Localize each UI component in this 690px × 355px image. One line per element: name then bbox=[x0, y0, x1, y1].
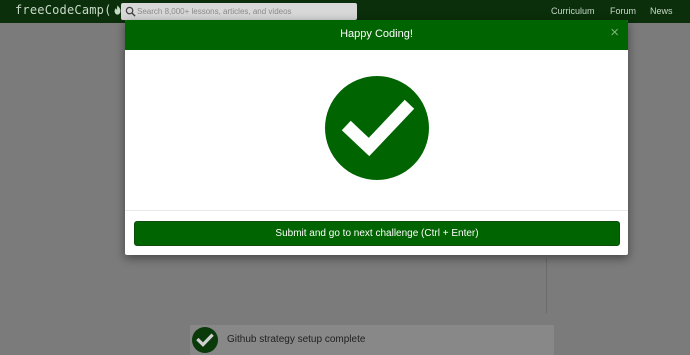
modal-header: Happy Coding! × bbox=[125, 20, 628, 50]
freecodecamp-logo[interactable]: freeCodeCamp() bbox=[15, 3, 130, 17]
logo-text-left: freeCodeCamp( bbox=[15, 3, 112, 17]
modal-footer: Submit and go to next challenge (Ctrl + … bbox=[125, 210, 628, 255]
completed-item-label: Github strategy setup complete bbox=[227, 334, 366, 345]
search-icon bbox=[125, 6, 136, 17]
search-input[interactable] bbox=[137, 4, 353, 19]
modal-title: Happy Coding! bbox=[340, 28, 413, 40]
completed-challenge-item: Github strategy setup complete bbox=[190, 325, 554, 355]
check-circle-icon bbox=[325, 76, 429, 180]
submit-next-challenge-button[interactable]: Submit and go to next challenge (Ctrl + … bbox=[134, 221, 620, 246]
check-circle-icon bbox=[192, 327, 218, 353]
nav-link-curriculum[interactable]: Curriculum bbox=[551, 6, 595, 16]
nav-link-news[interactable]: News bbox=[650, 6, 673, 16]
completion-modal: Happy Coding! × Submit and go to next ch… bbox=[125, 20, 628, 255]
nav-link-forum[interactable]: Forum bbox=[610, 6, 636, 16]
close-icon[interactable]: × bbox=[610, 25, 619, 40]
page-divider bbox=[546, 258, 547, 313]
modal-body bbox=[125, 50, 628, 210]
search-box bbox=[121, 3, 357, 20]
